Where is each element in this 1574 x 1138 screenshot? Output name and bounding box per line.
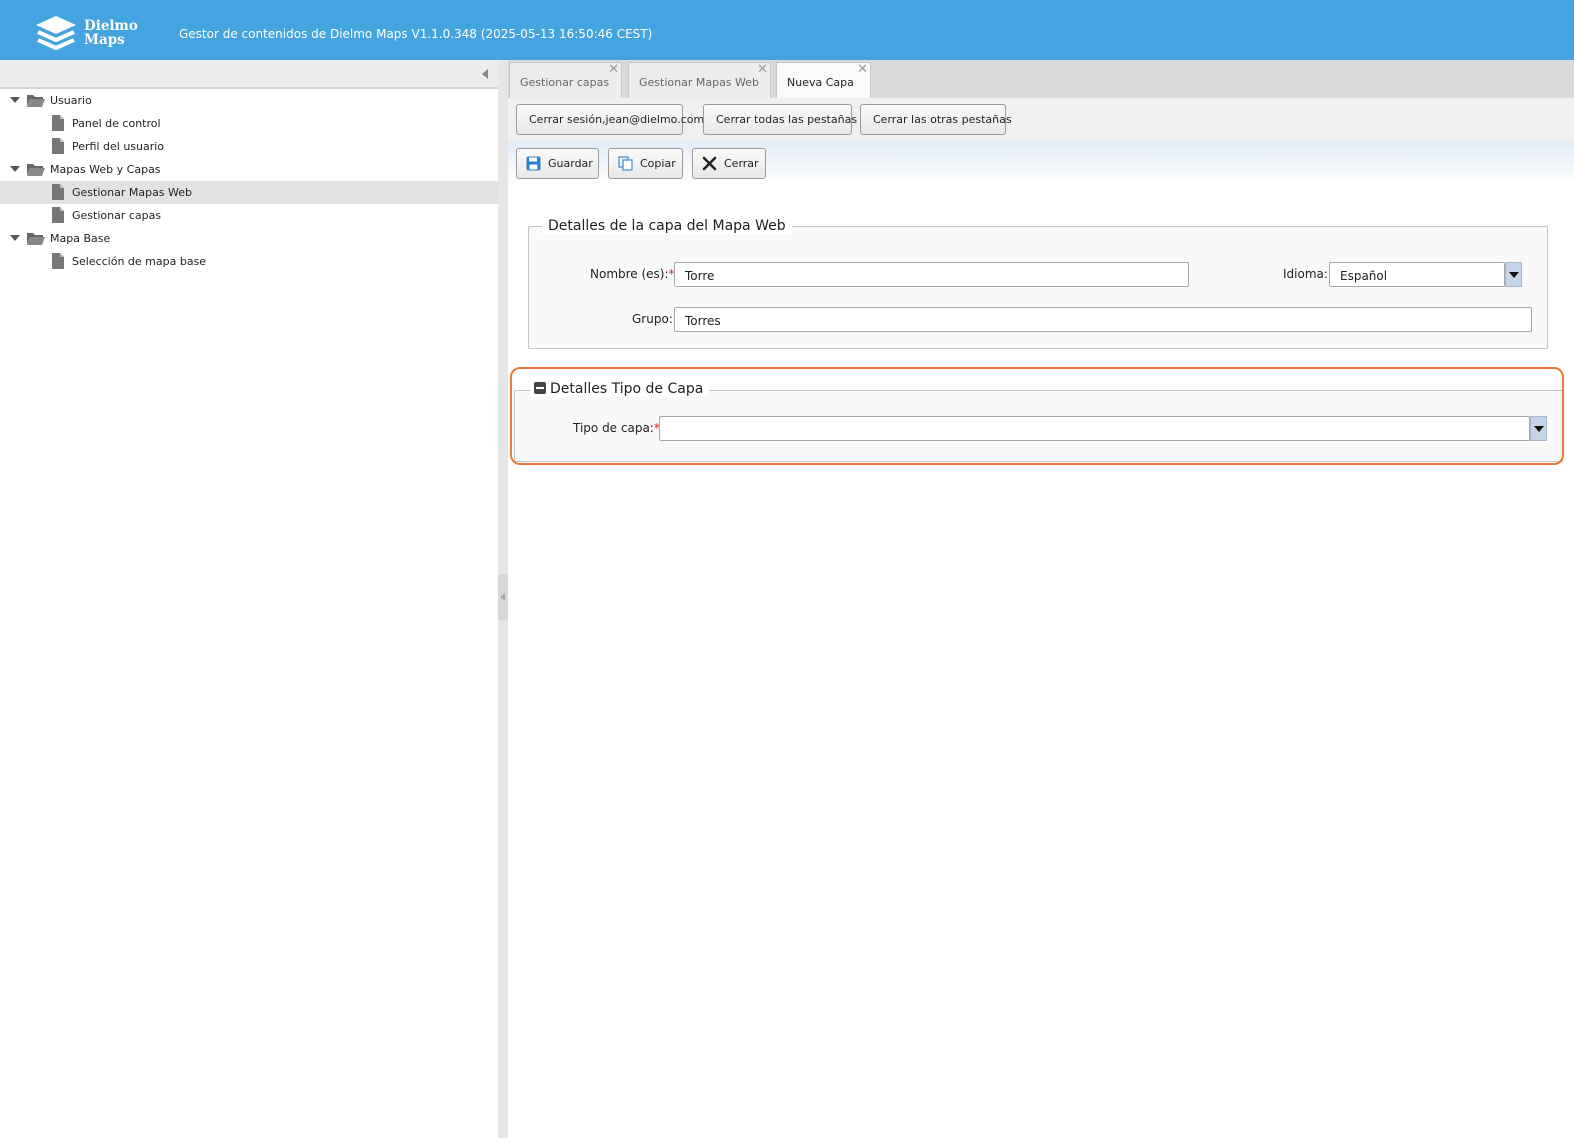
logout-button-label: Cerrar sesión,jean@dielmo.com xyxy=(529,113,705,126)
language-field-label: Idioma: xyxy=(1283,267,1328,281)
tab-gestionar-capas[interactable]: Gestionar capas ✕ xyxy=(509,62,622,98)
close-other-tabs-button[interactable]: Cerrar las otras pestañas xyxy=(860,104,1012,135)
close-tab-icon[interactable]: ✕ xyxy=(757,63,768,77)
tab-gestionar-mapas-web[interactable]: Gestionar Mapas Web ✕ xyxy=(628,62,771,98)
folder-open-icon xyxy=(27,95,45,107)
tree-item-perfil-del-usuario[interactable]: Perfil del usuario xyxy=(0,135,498,158)
expand-caret-icon[interactable] xyxy=(10,97,20,103)
name-field-label: Nombre (es):* xyxy=(590,267,675,281)
layer-details-legend: Detalles de la capa del Mapa Web xyxy=(542,218,792,234)
splitter-handle[interactable] xyxy=(498,574,508,620)
collapse-arrow-icon xyxy=(500,593,505,601)
save-floppy-icon xyxy=(526,156,541,171)
close-button[interactable]: Cerrar xyxy=(692,148,766,179)
close-other-tabs-label: Cerrar las otras pestañas xyxy=(873,113,1012,126)
navigation-panel-header xyxy=(0,60,498,89)
document-icon xyxy=(52,115,64,131)
copy-button[interactable]: Copiar xyxy=(608,148,683,179)
tree-folder-mapas-web-y-capas[interactable]: Mapas Web y Capas xyxy=(0,158,498,181)
group-input[interactable]: Torres xyxy=(674,307,1532,332)
tree-item-label: Panel de control xyxy=(72,117,161,130)
logo-line2: Maps xyxy=(84,32,125,48)
group-field-label: Grupo: xyxy=(632,312,673,326)
close-all-tabs-label: Cerrar todas las pestañas xyxy=(716,113,858,126)
name-label-text: Nombre (es): xyxy=(590,267,669,281)
app-header: Dielmo Maps Gestor de contenidos de Diel… xyxy=(0,0,1574,60)
tab-bar: Gestionar capas ✕ Gestionar Mapas Web ✕ … xyxy=(508,60,1574,98)
document-icon xyxy=(52,184,64,200)
close-all-tabs-button[interactable]: Cerrar todas las pestañas xyxy=(703,104,857,135)
logout-button[interactable]: Cerrar sesión,jean@dielmo.com xyxy=(516,104,704,135)
collapse-panel-icon[interactable] xyxy=(482,69,488,79)
tree-item-label: Mapa Base xyxy=(50,232,111,245)
tree-item-gestionar-capas[interactable]: Gestionar capas xyxy=(0,204,498,227)
language-select[interactable]: Español xyxy=(1329,262,1505,287)
tree-item-label: Gestionar capas xyxy=(72,209,162,222)
tab-label: Gestionar Mapas Web xyxy=(639,76,760,89)
document-icon xyxy=(52,253,64,269)
session-toolbar: Cerrar sesión,jean@dielmo.com Cerrar tod… xyxy=(508,98,1574,141)
expand-caret-icon[interactable] xyxy=(10,166,20,172)
close-x-icon xyxy=(702,156,717,171)
close-button-label: Cerrar xyxy=(724,157,759,170)
name-input[interactable]: Torre xyxy=(674,262,1189,287)
tree-item-label: Perfil del usuario xyxy=(72,140,165,153)
chevron-down-icon xyxy=(1509,272,1519,278)
tab-label: Gestionar capas xyxy=(520,76,610,89)
document-icon xyxy=(52,138,64,154)
navigation-tree: Usuario Panel de control Perfil del usua… xyxy=(0,89,498,273)
tree-item-panel-de-control[interactable]: Panel de control xyxy=(0,112,498,135)
close-tab-icon[interactable]: ✕ xyxy=(608,63,619,77)
save-button-label: Guardar xyxy=(548,157,593,170)
save-button[interactable]: Guardar xyxy=(516,148,599,179)
tree-item-label: Selección de mapa base xyxy=(72,255,207,268)
app-title: Gestor de contenidos de Dielmo Maps V1.1… xyxy=(179,27,653,41)
language-dropdown-button[interactable] xyxy=(1505,262,1522,287)
tree-folder-mapa-base[interactable]: Mapa Base xyxy=(0,227,498,250)
copy-icon xyxy=(618,156,633,171)
expand-caret-icon[interactable] xyxy=(10,235,20,241)
tab-label: Nueva Capa xyxy=(787,76,854,89)
tree-folder-usuario[interactable]: Usuario xyxy=(0,89,498,112)
tree-item-label: Usuario xyxy=(50,94,92,107)
navigation-panel: Usuario Panel de control Perfil del usua… xyxy=(0,60,498,1138)
logo-line1: Dielmo xyxy=(84,18,138,34)
tree-item-label: Gestionar Mapas Web xyxy=(72,186,193,199)
tree-item-label: Mapas Web y Capas xyxy=(50,163,161,176)
close-tab-icon[interactable]: ✕ xyxy=(857,63,868,77)
tree-item-seleccion-de-mapa-base[interactable]: Selección de mapa base xyxy=(0,250,498,273)
dielmo-layers-logo-icon xyxy=(36,16,76,50)
folder-open-icon xyxy=(27,164,45,176)
tab-nueva-capa[interactable]: Nueva Capa ✕ xyxy=(776,62,871,98)
logo-text: Dielmo Maps xyxy=(84,19,138,47)
panel-splitter[interactable] xyxy=(498,60,508,1138)
folder-open-icon xyxy=(27,233,45,245)
highlight-outline xyxy=(510,367,1564,465)
tree-item-gestionar-mapas-web[interactable]: Gestionar Mapas Web xyxy=(0,181,498,204)
document-icon xyxy=(52,207,64,223)
copy-button-label: Copiar xyxy=(640,157,676,170)
form-toolbar: Guardar Copiar Cerrar xyxy=(508,141,1574,186)
